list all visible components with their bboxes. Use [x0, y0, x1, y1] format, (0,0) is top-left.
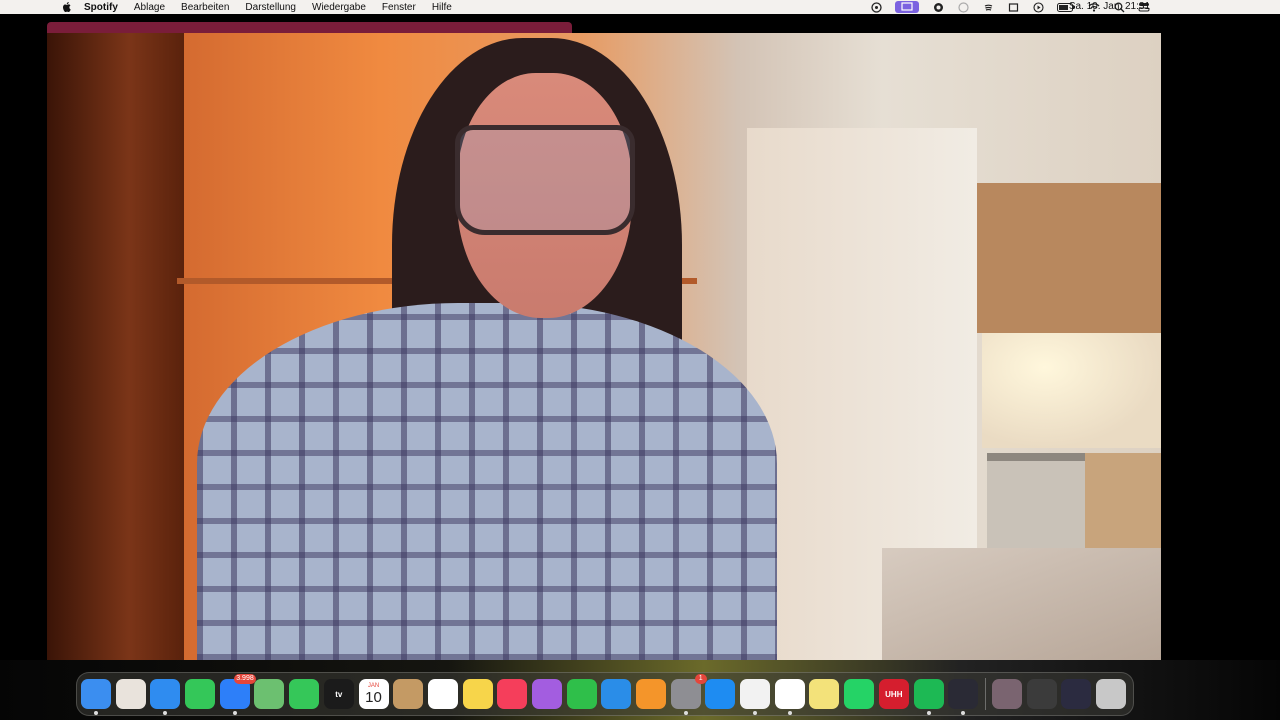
- keynote-icon[interactable]: [601, 679, 632, 709]
- menu-ablage[interactable]: Ablage: [134, 2, 165, 13]
- preview-icon[interactable]: [1026, 679, 1057, 709]
- circle-icon[interactable]: [957, 1, 969, 13]
- mail-icon[interactable]: 3.998: [219, 674, 256, 715]
- bed: [882, 548, 1161, 660]
- menu-fenster[interactable]: Fenster: [382, 2, 416, 13]
- reminders-icon[interactable]: [427, 679, 458, 709]
- chrome-icon[interactable]: [740, 679, 771, 715]
- apple-icon[interactable]: [60, 0, 74, 14]
- calendar-icon[interactable]: JAN 10: [358, 679, 389, 709]
- launchpad-icon[interactable]: [115, 679, 146, 709]
- oven: [987, 453, 1085, 558]
- webcam-video-frame: [47, 33, 1161, 660]
- menu-darstellung[interactable]: Darstellung: [245, 2, 296, 13]
- numbers-icon[interactable]: [566, 679, 597, 709]
- running-indicator: [787, 711, 792, 715]
- person-glasses: [455, 125, 635, 235]
- vpn-icon[interactable]: [932, 1, 944, 13]
- notification-badge: 3.998: [234, 674, 256, 684]
- kitchen-counter-light: [982, 333, 1161, 448]
- window-icon[interactable]: [1007, 1, 1019, 13]
- stickies-icon[interactable]: [809, 679, 840, 709]
- menubar-clock[interactable]: Sa. 10. Jan. 21:31: [1069, 1, 1150, 12]
- tv-icon[interactable]: tv: [323, 679, 354, 709]
- chatgpt-icon[interactable]: [774, 679, 805, 715]
- messages-icon[interactable]: [185, 679, 216, 709]
- calendar-day-label: 10: [365, 688, 382, 706]
- trash-icon[interactable]: [1095, 679, 1126, 709]
- kitchen-counter: [1085, 453, 1161, 558]
- finder-icon[interactable]: [81, 679, 111, 715]
- creative-cloud-icon[interactable]: [870, 1, 882, 13]
- contacts-icon[interactable]: [393, 679, 424, 709]
- menu-bar: Spotify Ablage Bearbeiten Darstellung Wi…: [0, 0, 1280, 14]
- spotify-icon[interactable]: [913, 679, 944, 715]
- menu-wiedergabe[interactable]: Wiedergabe: [312, 2, 366, 13]
- screen-share-icon[interactable]: [895, 1, 919, 13]
- dock: 3.998 tv JAN 10 1 UHH: [76, 672, 1134, 716]
- dock-separator: [984, 678, 986, 710]
- running-indicator: [961, 711, 966, 715]
- music-icon[interactable]: [497, 679, 528, 709]
- safari-icon[interactable]: [150, 679, 181, 715]
- spotify-mini-icon[interactable]: [982, 1, 994, 13]
- menu-hilfe[interactable]: Hilfe: [432, 2, 452, 13]
- maps-icon[interactable]: [254, 679, 285, 709]
- running-indicator: [232, 711, 237, 715]
- kitchen-cabinets: [977, 183, 1161, 333]
- facetime-icon[interactable]: [289, 679, 320, 709]
- running-indicator: [683, 711, 688, 715]
- photo-thumbnail-icon[interactable]: [991, 679, 1022, 709]
- screenshot-thumbnail-icon[interactable]: [1061, 679, 1092, 709]
- whatsapp-icon[interactable]: [844, 679, 875, 709]
- dock-icon-label: tv: [335, 689, 343, 699]
- running-indicator: [753, 711, 758, 715]
- uhh-icon[interactable]: UHH: [878, 679, 909, 709]
- settings-icon[interactable]: 1: [670, 674, 707, 715]
- app-store-icon[interactable]: [705, 679, 736, 709]
- person-shirt: [197, 303, 777, 660]
- podcasts-icon[interactable]: [531, 679, 562, 709]
- running-indicator: [926, 711, 931, 715]
- menu-app-name[interactable]: Spotify: [84, 2, 118, 13]
- obs-icon[interactable]: [948, 679, 979, 715]
- curtain: [47, 33, 184, 660]
- notes-icon[interactable]: [462, 679, 493, 709]
- play-icon[interactable]: [1032, 1, 1044, 13]
- running-indicator: [94, 711, 98, 715]
- pages-icon[interactable]: [636, 679, 666, 709]
- dock-icon-label: UHH: [885, 689, 903, 699]
- running-indicator: [163, 711, 168, 715]
- menu-bearbeiten[interactable]: Bearbeiten: [181, 2, 229, 13]
